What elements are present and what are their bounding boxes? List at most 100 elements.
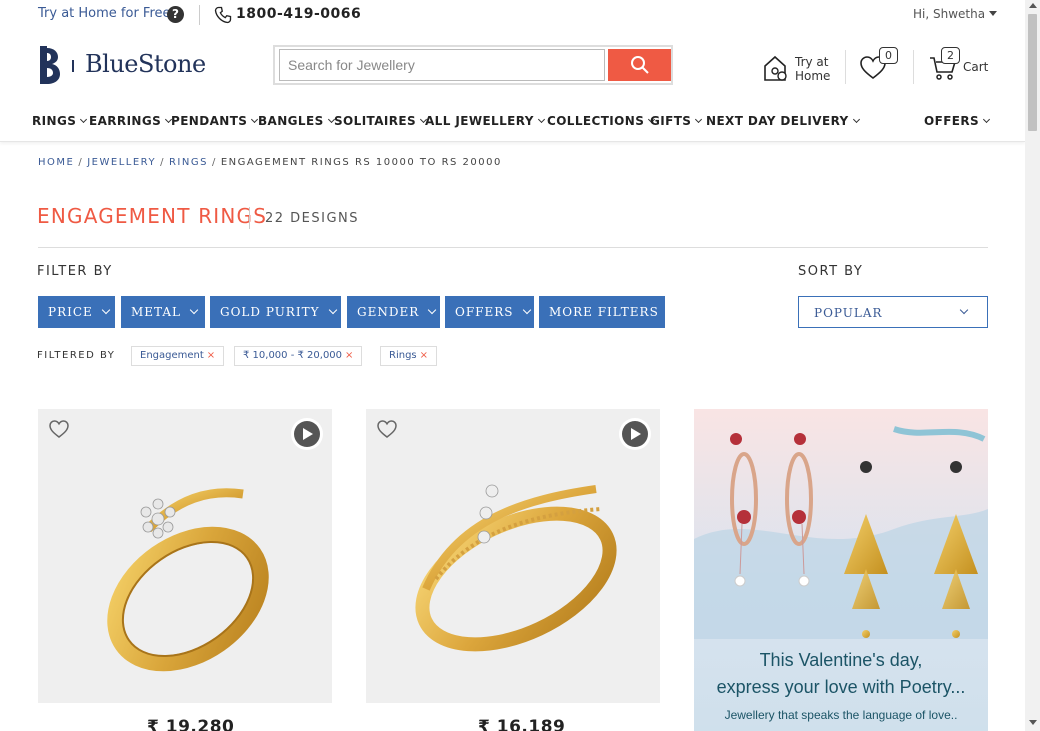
try-at-home-link[interactable]: Try at Home xyxy=(795,55,835,83)
search-button[interactable] xyxy=(608,49,671,81)
search-bar xyxy=(273,45,673,85)
sort-value: POPULAR xyxy=(814,306,883,320)
nav-item-rings[interactable]: RINGS xyxy=(32,114,88,128)
scroll-down-arrow-icon[interactable] xyxy=(1029,720,1037,725)
top-bar: Try at Home for Free ? 1800-419-0066 Hi,… xyxy=(0,0,1025,30)
chevron-down-icon xyxy=(959,305,969,315)
valentine-banner[interactable]: This Valentine's day, express your love … xyxy=(694,409,988,731)
filter-chip-price[interactable]: ₹ 10,000 - ₹ 20,000 × xyxy=(234,346,363,366)
divider xyxy=(913,50,914,84)
try-at-home-line1: Try at xyxy=(795,55,829,69)
chevron-down-icon xyxy=(101,305,111,315)
product-price: ₹ 16,189 xyxy=(478,717,566,731)
chevron-down-icon xyxy=(428,305,437,315)
breadcrumb-separator: / xyxy=(160,157,165,168)
product-card[interactable] xyxy=(366,409,660,703)
breadcrumb-home[interactable]: HOME xyxy=(38,157,74,168)
cart-label[interactable]: Cart xyxy=(963,60,988,74)
filter-by-label: FILTER BY xyxy=(37,264,113,279)
close-icon[interactable]: × xyxy=(345,350,353,361)
main-nav: RINGS EARRINGS PENDANTS BANGLES SOLITAIR… xyxy=(0,108,1025,142)
nav-label: BANGLES xyxy=(258,114,324,128)
product-image xyxy=(107,488,269,672)
search-icon xyxy=(630,55,649,74)
search-input[interactable] xyxy=(279,49,605,81)
try-home-link[interactable]: Try at Home for Free xyxy=(38,6,171,21)
nav-label: GIFTS xyxy=(650,114,692,128)
nav-item-earrings[interactable]: EARRINGS xyxy=(89,114,173,128)
cart-count-badge: 2 xyxy=(941,47,960,64)
nav-label: OFFERS xyxy=(924,114,980,128)
heart-icon[interactable] xyxy=(376,419,398,439)
play-icon[interactable] xyxy=(618,417,652,451)
chevron-down-icon xyxy=(189,305,199,315)
filter-chip-rings[interactable]: Rings × xyxy=(380,346,438,366)
help-icon[interactable]: ? xyxy=(167,6,184,23)
nav-item-pendants[interactable]: PENDANTS xyxy=(171,114,259,128)
logo-text[interactable]: BlueStone xyxy=(85,50,206,78)
filter-metal-button[interactable]: METAL xyxy=(121,296,205,328)
phone-icon xyxy=(214,6,232,24)
bluestone-logo-icon[interactable] xyxy=(38,44,62,86)
chevron-down-icon xyxy=(328,305,337,315)
designs-count: 22 DESIGNS xyxy=(265,211,360,226)
more-filters-button[interactable]: MORE FILTERS xyxy=(539,296,665,328)
nav-item-solitaires[interactable]: SOLITAIRES xyxy=(334,114,428,128)
nav-label: RINGS xyxy=(32,114,77,128)
nav-item-offers[interactable]: OFFERS xyxy=(924,114,991,128)
filter-gold-purity-button[interactable]: GOLD PURITY xyxy=(210,296,341,328)
filter-chip-engagement[interactable]: Engagement × xyxy=(131,346,225,366)
nav-item-bangles[interactable]: BANGLES xyxy=(258,114,335,128)
close-icon[interactable]: × xyxy=(207,350,215,361)
close-icon[interactable]: × xyxy=(420,350,428,361)
nav-item-gifts[interactable]: GIFTS xyxy=(650,114,703,128)
chevron-down-icon xyxy=(80,115,88,124)
caret-down-icon xyxy=(989,11,998,16)
chevron-down-icon xyxy=(983,115,991,124)
nav-label: SOLITAIRES xyxy=(334,114,417,128)
nav-item-next-day-delivery[interactable]: NEXT DAY DELIVERY xyxy=(706,114,860,128)
filter-label: PRICE xyxy=(48,305,93,319)
breadcrumb-current: ENGAGEMENT RINGS RS 10000 TO RS 20000 xyxy=(220,157,502,168)
heart-icon[interactable] xyxy=(48,419,70,439)
page-title: ENGAGEMENT RINGS xyxy=(37,204,268,228)
divider xyxy=(199,5,200,25)
try-at-home-line2: Home xyxy=(795,69,831,83)
breadcrumb-rings[interactable]: RINGS xyxy=(169,157,208,168)
phone-number[interactable]: 1800-419-0066 xyxy=(236,6,361,22)
scrollbar-thumb[interactable] xyxy=(1028,14,1037,131)
logo-divider xyxy=(72,60,74,72)
product-card[interactable] xyxy=(38,409,332,703)
filter-price-button[interactable]: PRICE xyxy=(38,296,115,328)
nav-item-all-jewellery[interactable]: ALL JEWELLERY xyxy=(425,114,545,128)
user-menu[interactable]: Hi, Shwetha xyxy=(913,7,998,21)
filter-label: GOLD PURITY xyxy=(220,305,320,319)
product-image xyxy=(415,484,617,652)
scroll-up-arrow-icon[interactable] xyxy=(1029,3,1037,8)
filter-gender-button[interactable]: GENDER xyxy=(347,296,440,328)
play-icon[interactable] xyxy=(290,417,324,451)
filter-label: METAL xyxy=(131,305,182,319)
divider xyxy=(845,50,846,84)
sort-dropdown[interactable]: POPULAR xyxy=(798,296,988,328)
chevron-down-icon xyxy=(852,115,860,124)
divider xyxy=(249,207,250,229)
banner-headline: This Valentine's day, xyxy=(759,650,923,670)
nav-label: COLLECTIONS xyxy=(547,114,645,128)
filtered-by-label: FILTERED BY xyxy=(37,350,116,361)
filter-offers-button[interactable]: OFFERS xyxy=(445,296,534,328)
nav-label: PENDANTS xyxy=(171,114,248,128)
chevron-down-icon xyxy=(537,115,545,124)
scrollbar[interactable] xyxy=(1025,0,1040,731)
product-price: ₹ 19,280 xyxy=(147,717,235,731)
chip-label: Engagement xyxy=(140,350,204,361)
breadcrumb-jewellery[interactable]: JEWELLERY xyxy=(87,157,156,168)
filter-label: OFFERS xyxy=(455,305,514,319)
nav-item-collections[interactable]: COLLECTIONS xyxy=(547,114,656,128)
sort-by-label: SORT BY xyxy=(798,264,864,279)
nav-label: NEXT DAY DELIVERY xyxy=(706,114,849,128)
breadcrumb-separator: / xyxy=(211,157,217,168)
breadcrumb: HOME / JEWELLERY / RINGS / ENGAGEMENT RINGS RS… xyxy=(38,157,502,168)
banner-tagline: Jewellery that speaks the language of lo… xyxy=(724,708,958,722)
house-icon[interactable] xyxy=(762,54,788,82)
